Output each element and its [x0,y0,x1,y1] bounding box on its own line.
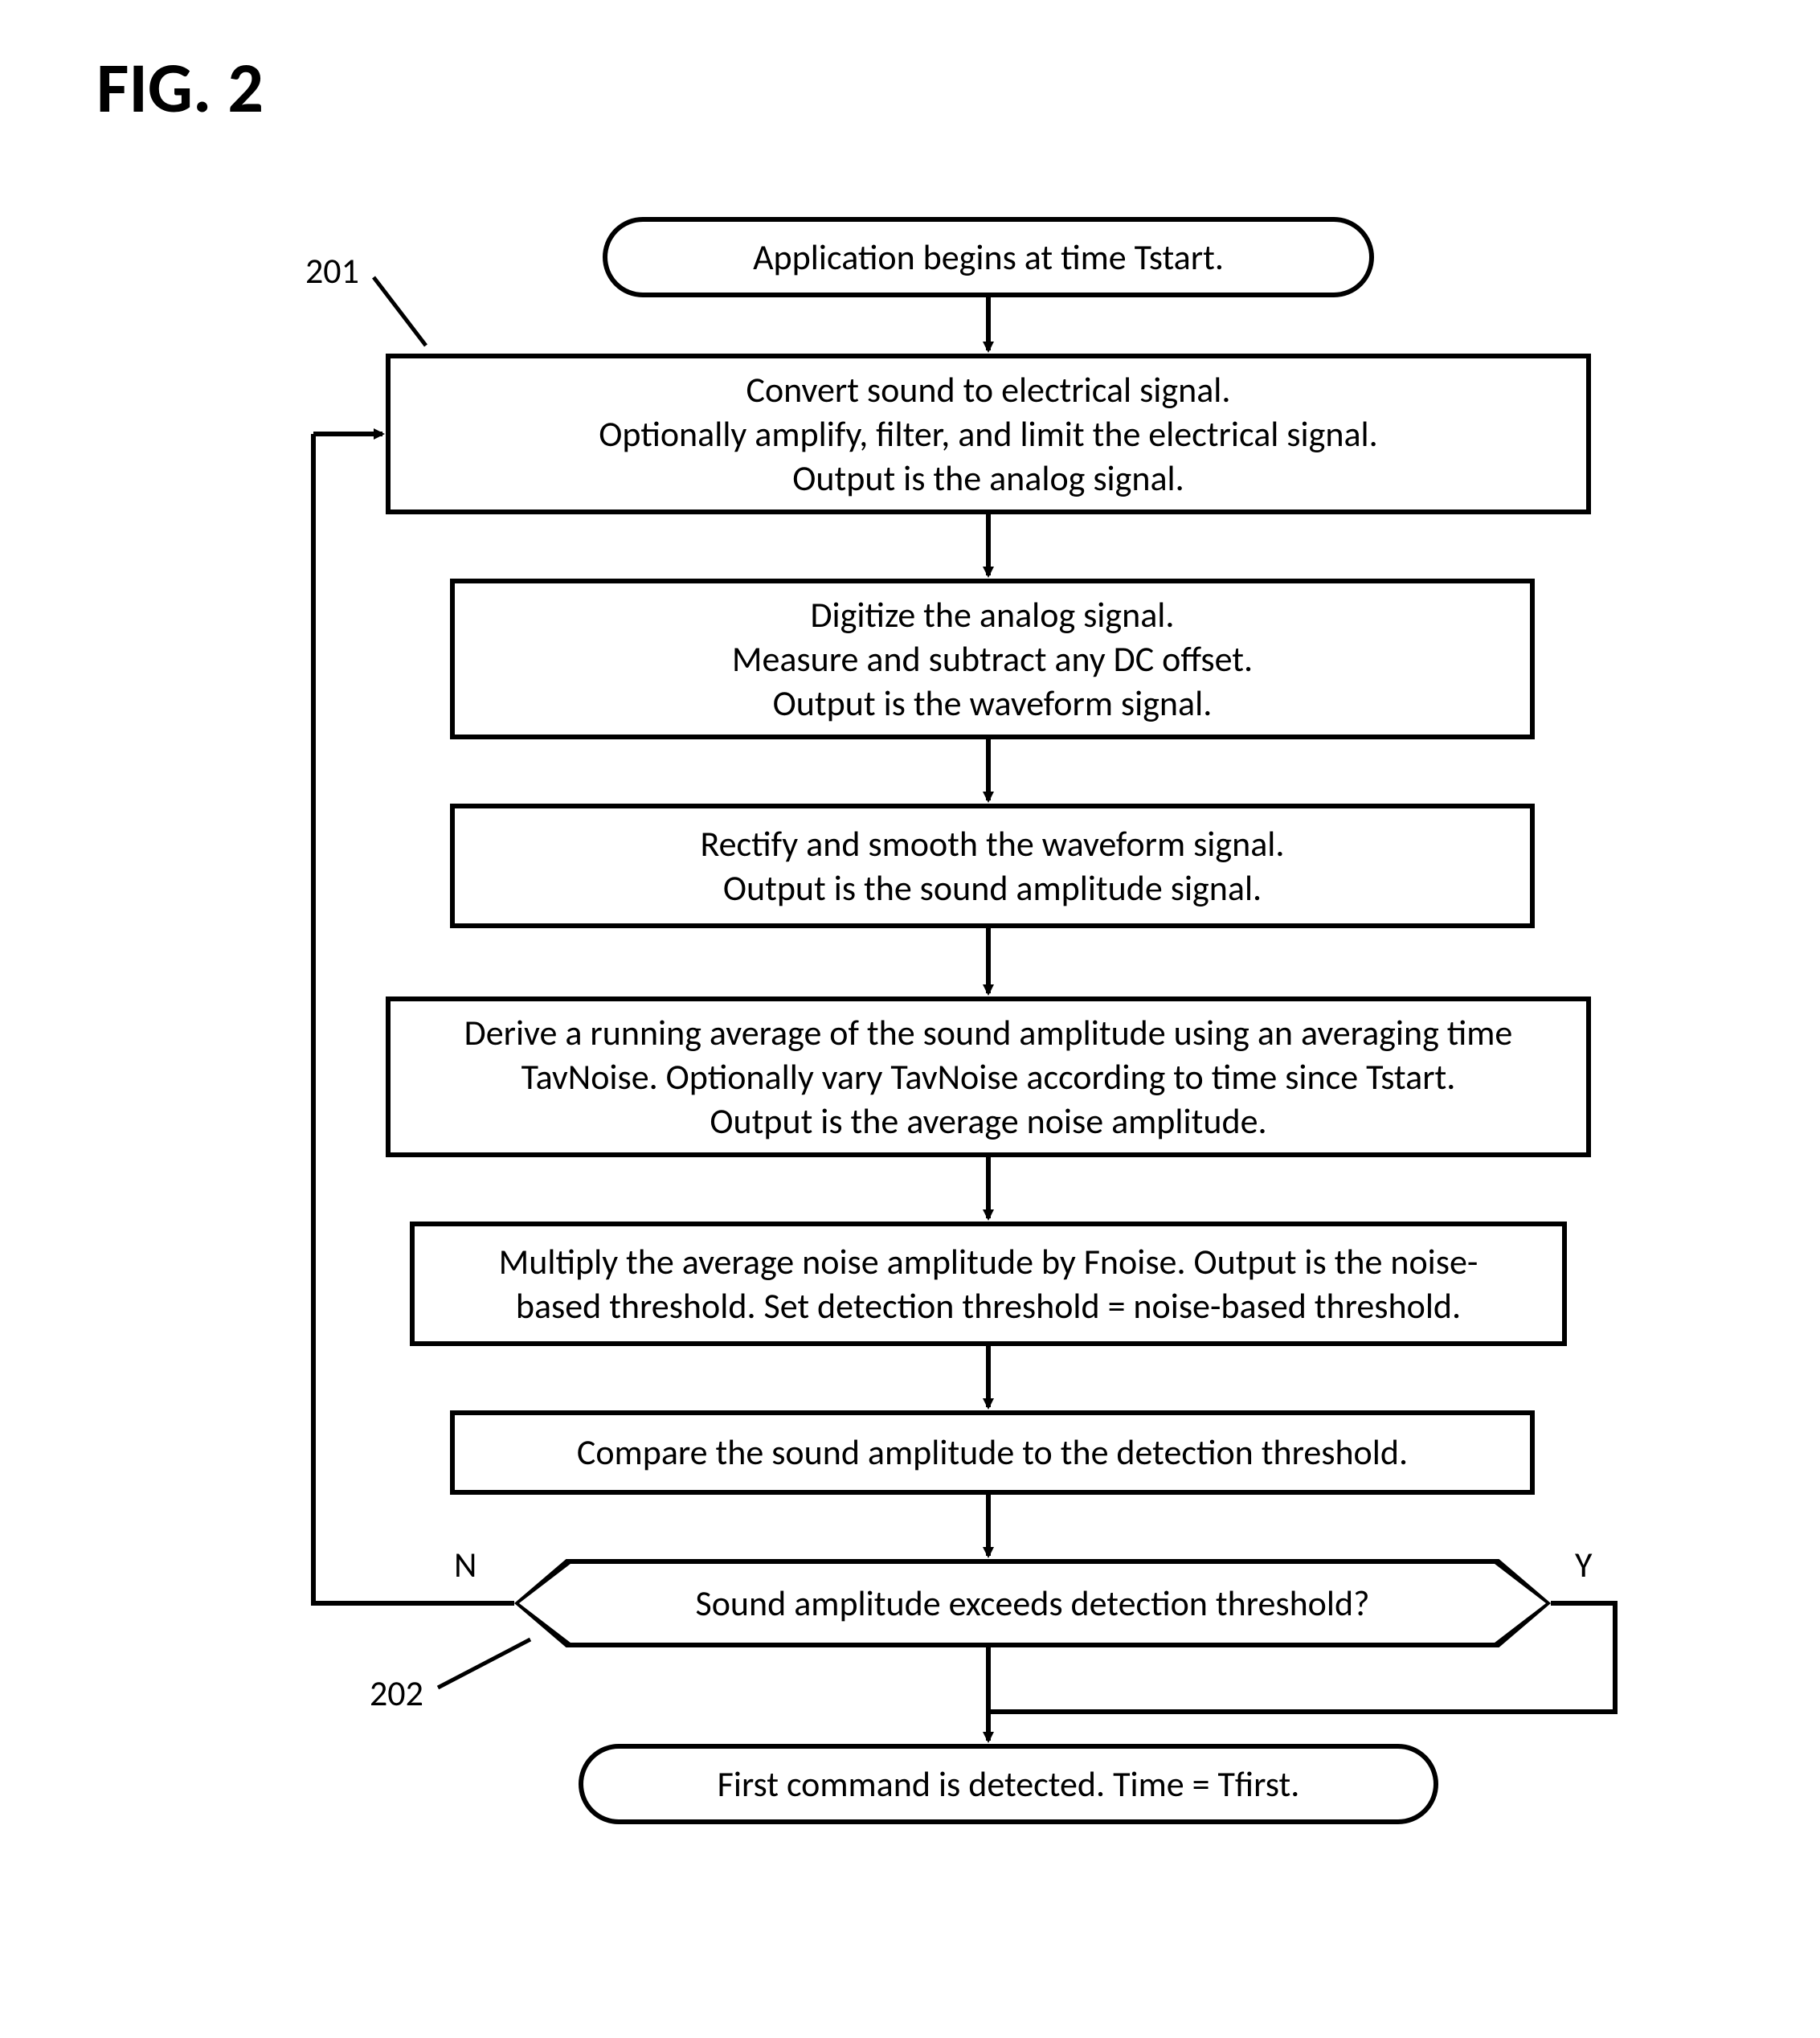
process5-line2: based threshold. Set detection threshold… [499,1284,1478,1328]
process4-line1: Derive a running average of the sound am… [464,1011,1513,1055]
decision-label-y: Y [1575,1543,1592,1586]
terminator-start: Application begins at time Tstart. [603,217,1374,297]
ref-202: 202 [370,1672,423,1715]
process5-line1: Multiply the average noise amplitude by … [499,1240,1478,1284]
process1-line1: Convert sound to electrical signal. [599,368,1377,412]
process4-line3: Output is the average noise amplitude. [464,1099,1513,1144]
decision-label-n: N [454,1543,476,1586]
process2-line3: Output is the waveform signal. [732,681,1253,726]
process4-line2: TavNoise. Optionally vary TavNoise accor… [464,1055,1513,1099]
process-digitize: Digitize the analog signal. Measure and … [450,579,1535,739]
decision-threshold: Sound amplitude exceeds detection thresh… [514,1559,1551,1647]
terminator-end: First command is detected. Time = Tfirst… [579,1744,1438,1824]
process3-line1: Rectify and smooth the waveform signal. [701,822,1285,866]
terminator-end-text: First command is detected. Time = Tfirst… [718,1763,1300,1806]
decision-text: Sound amplitude exceeds detection thresh… [696,1582,1370,1625]
process-running-average: Derive a running average of the sound am… [386,996,1591,1157]
terminator-start-text: Application begins at time Tstart. [753,236,1224,279]
process3-line2: Output is the sound amplitude signal. [701,866,1285,911]
ref-201: 201 [305,249,359,293]
process1-line3: Output is the analog signal. [599,456,1377,501]
process2-line2: Measure and subtract any DC offset. [732,637,1253,681]
process-compare: Compare the sound amplitude to the detec… [450,1410,1535,1495]
process-rectify: Rectify and smooth the waveform signal. … [450,804,1535,928]
process2-line1: Digitize the analog signal. [732,593,1253,637]
process6-line1: Compare the sound amplitude to the detec… [577,1430,1408,1475]
process-convert-sound: Convert sound to electrical signal. Opti… [386,354,1591,514]
process-noise-threshold: Multiply the average noise amplitude by … [410,1222,1567,1346]
figure-title: FIG. 2 [96,44,264,131]
flowchart-fig2: FIG. 2 Application begins at time Tstart… [0,0,1820,2038]
process1-line2: Optionally amplify, filter, and limit th… [599,412,1377,456]
